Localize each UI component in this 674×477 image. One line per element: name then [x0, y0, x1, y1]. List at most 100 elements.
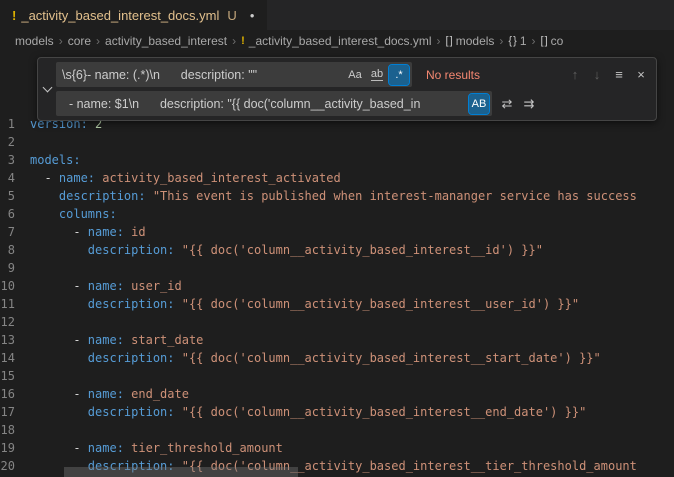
toggle-replace-button[interactable] [38, 62, 56, 116]
replace-input-box: AB [56, 91, 492, 116]
code-line: 13 - name: start_date [0, 331, 674, 349]
code-line: 14 description: "{{ doc('column__activit… [0, 349, 674, 367]
line-number: 4 [0, 169, 30, 187]
line-content: description: "{{ doc('column__activity_b… [30, 403, 586, 421]
line-content: - name: user_id [30, 277, 182, 295]
horizontal-scrollbar[interactable] [64, 467, 298, 477]
selection-icon: ≡ [615, 67, 623, 82]
breadcrumb-item[interactable]: [ ]co [541, 34, 564, 48]
line-number: 2 [0, 133, 30, 151]
line-number: 15 [0, 367, 30, 385]
editor-pane: Aa ab .* No results ↑ ↓ [0, 52, 674, 477]
line-number: 6 [0, 205, 30, 223]
code-line: 2 [0, 133, 674, 151]
replace-button[interactable]: ⇄ [496, 93, 518, 115]
breadcrumb: models › core › activity_based_interest ›! _ac… [0, 30, 674, 52]
arrow-up-icon: ↑ [572, 67, 579, 82]
code-line: 8 description: "{{ doc('column__activity… [0, 241, 674, 259]
line-content: description: "{{ doc('column__activity_b… [30, 241, 543, 259]
line-content: - name: activity_based_interest_activate… [30, 169, 341, 187]
arrow-down-icon: ↓ [594, 67, 601, 82]
line-number: 16 [0, 385, 30, 403]
breadcrumb-label: 1 [520, 34, 527, 48]
code-line: 9 [0, 259, 674, 277]
line-number: 1 [0, 115, 30, 133]
code-line: 11 description: "{{ doc('column__activit… [0, 295, 674, 313]
breadcrumb-label: models [456, 34, 495, 48]
dirty-indicator-icon[interactable]: ● [250, 11, 255, 20]
code-line: 6 columns: [0, 205, 674, 223]
file-problem-icon: ! [12, 8, 16, 23]
line-number: 14 [0, 349, 30, 367]
preserve-case-toggle[interactable]: AB [469, 94, 489, 114]
line-number: 8 [0, 241, 30, 259]
close-find-button[interactable]: × [630, 64, 652, 86]
line-number: 11 [0, 295, 30, 313]
line-number: 9 [0, 259, 30, 277]
line-number: 5 [0, 187, 30, 205]
close-icon: × [637, 67, 645, 82]
replace-all-icon: ⇉ [524, 96, 535, 112]
code-line: 3models: [0, 151, 674, 169]
replace-all-button[interactable]: ⇉ [518, 93, 540, 115]
code-line: 7 - name: id [0, 223, 674, 241]
line-content: - name: tier_threshold_amount [30, 439, 283, 457]
find-in-selection-button[interactable]: ≡ [608, 64, 630, 86]
find-results-count: No results [426, 68, 514, 82]
code-line: 15 [0, 367, 674, 385]
breadcrumb-separator-icon: › [499, 34, 503, 48]
next-match-button[interactable]: ↓ [586, 64, 608, 86]
breadcrumb-item[interactable]: ! _activity_based_interest_docs.yml [241, 34, 431, 48]
breadcrumb-label: models [15, 34, 54, 48]
line-number: 13 [0, 331, 30, 349]
breadcrumb-item[interactable]: { } 1 [508, 34, 526, 48]
line-number: 10 [0, 277, 30, 295]
line-content: - name: start_date [30, 331, 203, 349]
replace-row: AB ⇄ ⇉ [56, 91, 652, 116]
line-content: - name: id [30, 223, 146, 241]
line-number: 17 [0, 403, 30, 421]
preserve-case-icon: AB [472, 98, 487, 110]
whole-word-toggle[interactable]: ab [367, 65, 387, 85]
match-case-icon: Aa [348, 69, 361, 81]
code-line: 16 - name: end_date [0, 385, 674, 403]
previous-match-button[interactable]: ↑ [564, 64, 586, 86]
code-line: 12 [0, 313, 674, 331]
line-content: description: "{{ doc('column__activity_b… [30, 349, 601, 367]
line-number: 3 [0, 151, 30, 169]
symbol-icon: { } [508, 35, 515, 47]
breadcrumb-label: core [68, 34, 91, 48]
tab-title: _activity_based_interest_docs.yml [21, 8, 219, 23]
code-line: 17 description: "{{ doc('column__activit… [0, 403, 674, 421]
file-problem-icon: ! [241, 35, 245, 47]
line-number: 12 [0, 313, 30, 331]
regex-toggle[interactable]: .* [389, 65, 409, 85]
line-content: description: "{{ doc('column__activity_b… [30, 295, 579, 313]
breadcrumb-separator-icon: › [232, 34, 236, 48]
breadcrumb-item[interactable]: activity_based_interest [105, 34, 227, 48]
code-line: 18 [0, 421, 674, 439]
line-number: 19 [0, 439, 30, 457]
breadcrumb-item[interactable]: models [15, 34, 54, 48]
symbol-icon: [ ] [446, 35, 452, 47]
line-number: 7 [0, 223, 30, 241]
find-replace-widget: Aa ab .* No results ↑ ↓ [37, 57, 657, 121]
breadcrumb-label: co [551, 34, 564, 48]
chevron-down-icon [42, 82, 52, 92]
breadcrumb-item[interactable]: [ ] models [446, 34, 495, 48]
editor-tab[interactable]: ! _activity_based_interest_docs.yml U ● [0, 0, 267, 30]
breadcrumb-separator-icon: › [96, 34, 100, 48]
find-input[interactable] [62, 68, 342, 82]
breadcrumb-separator-icon: › [532, 34, 536, 48]
breadcrumb-separator-icon: › [59, 34, 63, 48]
tab-bar: ! _activity_based_interest_docs.yml U ● [0, 0, 674, 30]
match-case-toggle[interactable]: Aa [345, 65, 365, 85]
replace-icon: ⇄ [502, 96, 513, 112]
replace-input[interactable] [62, 97, 466, 111]
find-input-box: Aa ab .* [56, 62, 412, 87]
line-content: models: [30, 151, 81, 169]
breadcrumb-label: _activity_based_interest_docs.yml [249, 34, 432, 48]
git-status-badge: U [227, 8, 236, 23]
breadcrumb-item[interactable]: core [68, 34, 91, 48]
line-content: columns: [30, 205, 117, 223]
